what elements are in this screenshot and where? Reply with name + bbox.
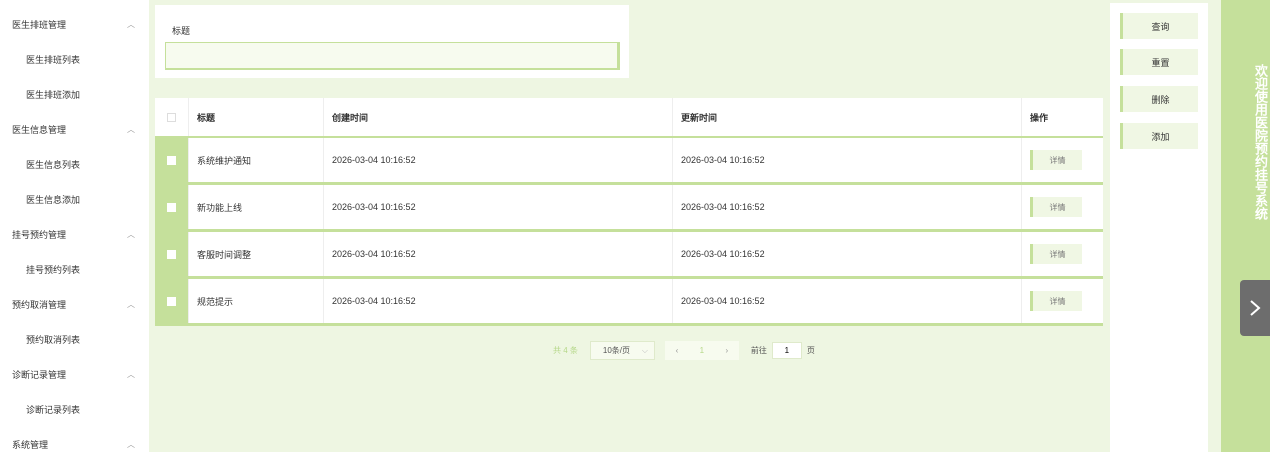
detail-button[interactable]: 详情 <box>1030 150 1082 170</box>
detail-button[interactable]: 详情 <box>1030 244 1082 264</box>
table-row: 客服时间调整 2026-03-04 10:16:52 2026-03-04 10… <box>155 232 1103 279</box>
row-created: 2026-03-04 10:16:52 <box>324 279 673 323</box>
sidebar-item-schedule-list[interactable]: 医生排班列表 <box>0 42 149 77</box>
welcome-text: 欢迎使用医院预约挂号系统 <box>1253 64 1268 220</box>
row-select-cell[interactable] <box>155 185 189 229</box>
row-select-cell[interactable] <box>155 232 189 276</box>
row-operation: 详情 <box>1022 185 1103 229</box>
chevron-up-icon: ︿ <box>127 230 135 239</box>
menu-group-label: 诊断记录管理 <box>12 370 67 380</box>
menu-group-label: 挂号预约管理 <box>12 230 67 240</box>
table-header: 标题 创建时间 更新时间 操作 <box>155 98 1103 138</box>
search-label: 标题 <box>172 26 191 36</box>
menu-group-diagnosis[interactable]: 诊断记录管理 ︿ <box>0 357 149 392</box>
row-checkbox[interactable] <box>167 155 176 165</box>
menu-group-label: 医生信息管理 <box>12 125 67 135</box>
reset-button[interactable]: 重置 <box>1120 49 1198 75</box>
query-button[interactable]: 查询 <box>1120 13 1198 39</box>
sidebar-item-schedule-add[interactable]: 医生排班添加 <box>0 77 149 112</box>
table-row: 系统维护通知 2026-03-04 10:16:52 2026-03-04 10… <box>155 138 1103 185</box>
chevron-up-icon: ︿ <box>127 440 135 449</box>
menu-group-doctor-schedule[interactable]: 医生排班管理 ︿ <box>0 7 149 42</box>
chevron-down-icon: ⌵ <box>641 345 648 355</box>
row-updated: 2026-03-04 10:16:52 <box>673 232 1022 276</box>
menu-group-label: 系统管理 <box>12 440 49 450</box>
next-page-icon[interactable]: › <box>726 346 729 355</box>
detail-button[interactable]: 详情 <box>1030 291 1082 311</box>
row-title: 系统维护通知 <box>189 138 324 182</box>
header-operation: 操作 <box>1030 112 1049 123</box>
row-operation: 详情 <box>1022 279 1103 323</box>
pagination: 共 4 条 10条/页 ⌵ ‹ 1 › 前往 页 <box>553 341 815 360</box>
goto-label: 前往 <box>750 346 767 355</box>
pager: ‹ 1 › <box>664 341 739 360</box>
title-search-input[interactable] <box>165 42 620 70</box>
search-panel: 标题 <box>155 5 629 78</box>
row-operation: 详情 <box>1022 138 1103 182</box>
current-page[interactable]: 1 <box>700 346 704 355</box>
select-all-checkbox[interactable] <box>167 112 176 122</box>
row-created: 2026-03-04 10:16:52 <box>324 232 673 276</box>
page-size-value: 10条/页 <box>602 346 631 355</box>
row-checkbox[interactable] <box>167 249 176 259</box>
sidebar-item-diagnosis-list[interactable]: 诊断记录列表 <box>0 392 149 427</box>
chevron-right-icon[interactable] <box>1240 280 1270 336</box>
sidebar-item-doctor-list[interactable]: 医生信息列表 <box>0 147 149 182</box>
row-created: 2026-03-04 10:16:52 <box>324 185 673 229</box>
sidebar-item-cancel-list[interactable]: 预约取消列表 <box>0 322 149 357</box>
row-title: 新功能上线 <box>189 185 324 229</box>
row-operation: 详情 <box>1022 232 1103 276</box>
row-title: 客服时间调整 <box>189 232 324 276</box>
pagination-total: 共 4 条 <box>553 346 578 355</box>
data-table: 标题 创建时间 更新时间 操作 系统维护通知 2026-03-04 10:16:… <box>155 98 1103 326</box>
chevron-up-icon: ︿ <box>127 300 135 309</box>
menu-group-cancel[interactable]: 预约取消管理 ︿ <box>0 287 149 322</box>
prev-page-icon[interactable]: ‹ <box>676 346 679 355</box>
menu-group-doctor-info[interactable]: 医生信息管理 ︿ <box>0 112 149 147</box>
row-title: 规范提示 <box>189 279 324 323</box>
sidebar-item-doctor-add[interactable]: 医生信息添加 <box>0 182 149 217</box>
chevron-up-icon: ︿ <box>127 125 135 134</box>
menu-group-appointment[interactable]: 挂号预约管理 ︿ <box>0 217 149 252</box>
goto-page-input[interactable] <box>771 342 802 359</box>
row-checkbox[interactable] <box>167 202 176 212</box>
row-select-cell[interactable] <box>155 138 189 182</box>
sidebar: 医生排班管理 ︿ 医生排班列表 医生排班添加 医生信息管理 ︿ 医生信息列表 医… <box>0 0 149 452</box>
table-row: 规范提示 2026-03-04 10:16:52 2026-03-04 10:1… <box>155 279 1103 326</box>
menu-group-system[interactable]: 系统管理 ︿ <box>0 427 149 452</box>
sidebar-item-appointment-list[interactable]: 挂号预约列表 <box>0 252 149 287</box>
select-all-cell[interactable] <box>155 98 189 136</box>
welcome-banner: 欢迎使用医院预约挂号系统 <box>1221 0 1270 452</box>
row-updated: 2026-03-04 10:16:52 <box>673 185 1022 229</box>
header-updated: 更新时间 <box>673 98 1022 136</box>
row-checkbox[interactable] <box>167 296 176 306</box>
add-button[interactable]: 添加 <box>1120 123 1198 149</box>
row-created: 2026-03-04 10:16:52 <box>324 138 673 182</box>
delete-button[interactable]: 删除 <box>1120 86 1198 112</box>
table-row: 新功能上线 2026-03-04 10:16:52 2026-03-04 10:… <box>155 185 1103 232</box>
menu-group-label: 预约取消管理 <box>12 300 67 310</box>
page-size-select[interactable]: 10条/页 ⌵ <box>589 341 655 360</box>
chevron-up-icon: ︿ <box>127 20 135 29</box>
row-updated: 2026-03-04 10:16:52 <box>673 279 1022 323</box>
action-panel: 查询 重置 删除 添加 <box>1110 3 1208 452</box>
page-suffix: 页 <box>806 346 815 355</box>
row-updated: 2026-03-04 10:16:52 <box>673 138 1022 182</box>
header-title: 标题 <box>189 98 324 136</box>
chevron-up-icon: ︿ <box>127 370 135 379</box>
detail-button[interactable]: 详情 <box>1030 197 1082 217</box>
row-select-cell[interactable] <box>155 279 189 323</box>
header-created: 创建时间 <box>324 98 673 136</box>
menu-group-label: 医生排班管理 <box>12 20 67 30</box>
